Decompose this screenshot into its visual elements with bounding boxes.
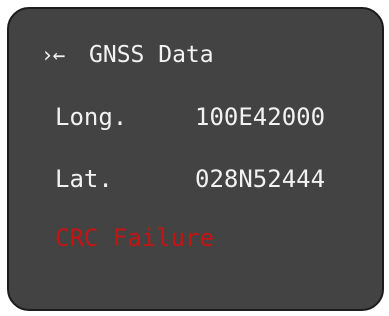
crc-status-message: CRC Failure bbox=[55, 224, 214, 252]
longitude-value: 100E42000 bbox=[195, 103, 326, 131]
gnss-display-screen: ›← GNSS Data Long. 100E42000 Lat. 028N52… bbox=[7, 7, 384, 311]
longitude-label: Long. bbox=[55, 103, 128, 131]
screen-header: ›← GNSS Data bbox=[41, 35, 214, 75]
latitude-row: Lat. 028N52444 bbox=[55, 159, 325, 199]
screen-title: GNSS Data bbox=[89, 42, 214, 68]
back-arrow-icon[interactable]: ›← bbox=[41, 43, 89, 67]
latitude-label: Lat. bbox=[55, 165, 113, 193]
latitude-value: 028N52444 bbox=[195, 165, 326, 193]
longitude-row: Long. 100E42000 bbox=[55, 97, 325, 137]
